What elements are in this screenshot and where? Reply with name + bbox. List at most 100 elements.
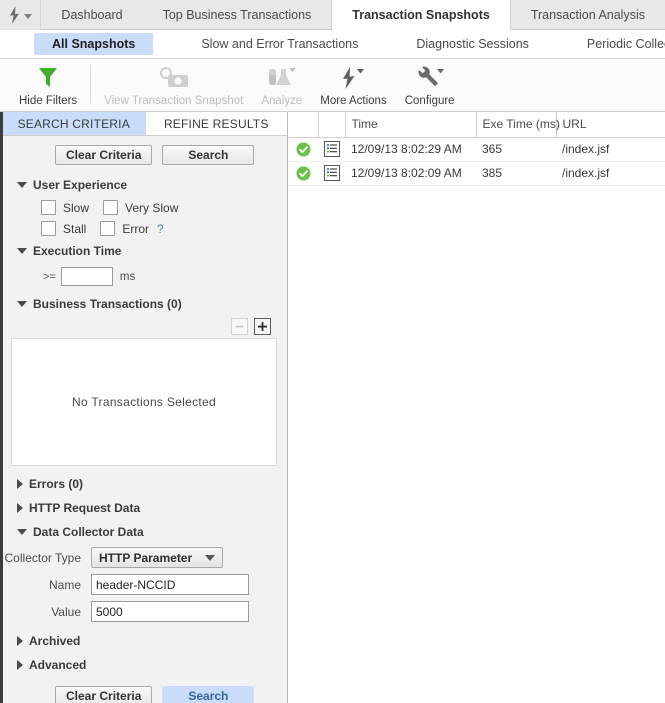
collector-name-row: Name — [3, 571, 287, 598]
data-collector-data-header[interactable]: Data Collector Data — [13, 520, 287, 544]
tab-transaction-analysis-label: Transaction Analysis — [530, 8, 645, 22]
view-transaction-snapshot-button[interactable]: View Transaction Snapshot — [95, 59, 252, 107]
errors-header[interactable]: Errors (0) — [13, 472, 287, 496]
clear-criteria-top-label: Clear Criteria — [66, 148, 142, 162]
tab-top-business-transactions[interactable]: Top Business Transactions — [143, 0, 332, 30]
search-button-top[interactable]: Search — [162, 145, 255, 165]
configure-button[interactable]: Configure — [396, 59, 464, 107]
checkbox-slow[interactable] — [41, 200, 56, 215]
hide-filters-button[interactable]: Hide Filters — [10, 59, 86, 107]
lightning-bolt-icon — [10, 6, 20, 24]
panel-tab-refine-results[interactable]: REFINE RESULTS — [145, 112, 287, 135]
execution-time-row: >= ms — [13, 263, 287, 292]
row-detail-cell[interactable] — [318, 137, 345, 162]
data-collector-data-title: Data Collector Data — [33, 525, 144, 539]
snapshot-document-icon — [324, 141, 340, 157]
view-transaction-snapshot-label: View Transaction Snapshot — [104, 95, 244, 107]
lightning-bolt-icon — [338, 65, 368, 91]
search-bottom-label: Search — [188, 689, 229, 703]
tab-transaction-snapshots[interactable]: Transaction Snapshots — [331, 0, 511, 30]
triangle-down-icon — [17, 248, 27, 254]
tab-top-business-transactions-label: Top Business Transactions — [162, 8, 312, 22]
toolbar: Hide Filters View Transaction Snapshot A… — [0, 59, 665, 112]
execution-time-operator: >= — [43, 270, 56, 283]
clear-criteria-button-bottom[interactable]: Clear Criteria — [55, 686, 153, 703]
camera-search-icon — [157, 65, 191, 91]
analyze-button[interactable]: Analyze — [252, 59, 311, 107]
green-check-icon — [296, 142, 311, 156]
checkbox-stall-label: Stall — [63, 221, 87, 236]
panel-tab-search-criteria[interactable]: SEARCH CRITERIA — [3, 112, 146, 135]
collector-type-value: HTTP Parameter — [99, 550, 193, 565]
errors-title: Errors (0) — [29, 477, 84, 491]
table-row[interactable]: 12/09/13 8:02:09 AM 385 /index.jsf — [289, 161, 665, 186]
tab-dashboard-label: Dashboard — [61, 8, 123, 22]
app-logo-menu[interactable] — [0, 0, 42, 30]
http-request-data-title: HTTP Request Data — [29, 501, 141, 515]
user-experience-header[interactable]: User Experience — [13, 173, 287, 197]
business-transactions-header[interactable]: Business Transactions (0) — [13, 292, 287, 316]
more-actions-label: More Actions — [320, 95, 387, 107]
section-user-experience: User Experience Slow Very Slow Stall Err… — [3, 173, 287, 239]
section-business-transactions: Business Transactions (0) — [3, 292, 287, 316]
http-request-data-header[interactable]: HTTP Request Data — [13, 496, 287, 520]
advanced-title: Advanced — [29, 658, 87, 672]
triangle-right-icon — [17, 503, 23, 513]
row-exe-time: 365 — [476, 137, 556, 162]
checkbox-stall[interactable] — [41, 221, 56, 236]
column-header-time[interactable]: Time — [345, 112, 477, 138]
subtab-all-snapshots[interactable]: All Snapshots — [34, 33, 154, 55]
column-header-status[interactable] — [289, 112, 319, 138]
row-status-cell — [289, 161, 318, 186]
section-http-request-data: HTTP Request Data — [3, 496, 287, 520]
search-top-label: Search — [188, 148, 229, 162]
table-row[interactable]: 12/09/13 8:02:29 AM 365 /index.jsf — [289, 137, 665, 162]
chevron-down-icon — [205, 554, 215, 561]
triangle-right-icon — [17, 660, 23, 670]
snapshot-document-icon — [324, 165, 340, 181]
table-header-row: Time Exe Time (ms) URL — [289, 112, 665, 138]
help-icon[interactable]: ? — [157, 222, 164, 236]
business-transactions-list[interactable]: No Transactions Selected — [11, 338, 277, 466]
triangle-down-icon — [17, 529, 27, 535]
tab-dashboard[interactable]: Dashboard — [41, 0, 142, 30]
more-actions-button[interactable]: More Actions — [311, 59, 395, 107]
tab-transaction-analysis[interactable]: Transaction Analysis — [511, 0, 665, 30]
subtab-diagnostic-sessions-label: Diagnostic Sessions — [416, 37, 529, 51]
column-header-exe-time[interactable]: Exe Time (ms) — [476, 112, 560, 138]
execution-time-header[interactable]: Execution Time — [13, 239, 287, 263]
row-status-cell — [289, 137, 318, 162]
section-data-collector-data: Data Collector Data — [3, 520, 287, 544]
panel-tab-bar: SEARCH CRITERIA REFINE RESULTS — [3, 112, 287, 136]
subtab-slow-and-error-transactions[interactable]: Slow and Error Transactions — [183, 33, 376, 55]
column-header-detail[interactable] — [318, 112, 346, 138]
collector-value-input[interactable] — [91, 601, 249, 622]
wrench-icon — [414, 65, 446, 91]
advanced-header[interactable]: Advanced — [13, 653, 287, 677]
archived-title: Archived — [29, 634, 81, 648]
collector-name-input[interactable] — [91, 574, 249, 595]
archived-header[interactable]: Archived — [13, 629, 287, 653]
plus-box-icon[interactable] — [254, 318, 271, 335]
triangle-right-icon — [17, 479, 23, 489]
subtab-diagnostic-sessions[interactable]: Diagnostic Sessions — [398, 33, 547, 55]
execution-time-unit: ms — [119, 270, 136, 283]
collector-type-select[interactable]: HTTP Parameter — [91, 547, 223, 568]
collector-type-row: Collector Type HTTP Parameter — [3, 544, 287, 571]
minus-box-icon[interactable] — [231, 318, 248, 335]
section-advanced: Advanced — [3, 653, 287, 677]
checkbox-very-slow[interactable] — [103, 200, 119, 215]
clear-criteria-button-top[interactable]: Clear Criteria — [55, 145, 153, 165]
top-action-buttons: Clear Criteria Search — [3, 136, 287, 173]
triangle-right-icon — [17, 636, 23, 646]
subtab-periodic-collection[interactable]: Periodic Collection — [569, 33, 665, 55]
column-header-url[interactable]: URL — [556, 112, 665, 138]
checkbox-error[interactable] — [100, 221, 116, 236]
search-button-bottom[interactable]: Search — [162, 686, 255, 703]
row-detail-cell[interactable] — [318, 161, 345, 186]
table-body: 12/09/13 8:02:29 AM 365 /index.jsf 12/09… — [289, 137, 665, 186]
subtab-periodic-collection-label: Periodic Collection — [586, 37, 665, 51]
execution-time-input[interactable] — [60, 267, 113, 286]
row-time: 12/09/13 8:02:29 AM — [345, 137, 476, 162]
main-tab-bar: Dashboard Top Business Transactions Tran… — [0, 0, 665, 30]
